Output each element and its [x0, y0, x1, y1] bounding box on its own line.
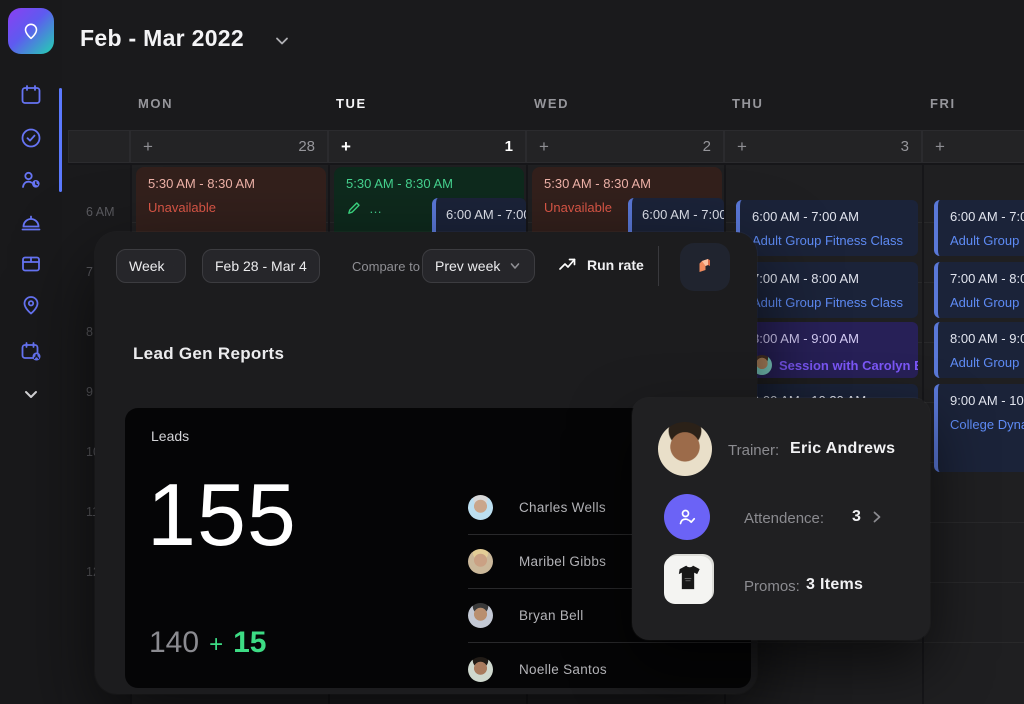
sidebar-item-products[interactable]: [19, 251, 43, 275]
day-header-tue: TUE: [336, 96, 367, 111]
event-fitness-class[interactable]: 8:00 AM - 9:00 AM Adult Group Fitness Cl…: [934, 322, 1024, 378]
chevron-down-icon: [19, 382, 43, 406]
avatar: [468, 603, 493, 628]
sidebar-item-bookings[interactable]: [19, 340, 43, 364]
avatar: [468, 549, 493, 574]
add-event-button[interactable]: +: [737, 137, 747, 157]
date-number: 1: [505, 138, 513, 155]
promos-label: Promos:: [744, 578, 800, 595]
chevron-right-icon[interactable]: [868, 508, 886, 531]
sidebar-item-services[interactable]: [19, 210, 43, 234]
plus-sign: +: [209, 631, 223, 659]
chevron-down-icon: [508, 259, 522, 273]
trend-up-icon: [558, 255, 577, 274]
attendence-label: Attendence:: [744, 510, 824, 527]
date-cell-tue[interactable]: + 1: [328, 130, 526, 163]
leads-value: 155: [147, 464, 297, 566]
divider: [658, 246, 659, 286]
trainer-label: Trainer:: [728, 442, 779, 459]
day-header-wed: WED: [534, 96, 569, 111]
sidebar-item-clients[interactable]: [19, 168, 43, 192]
compare-dropdown[interactable]: Prev week: [422, 249, 535, 283]
event-fitness-class[interactable]: 7:00 AM - 8:00 AM Adult Group Fitness Cl…: [736, 262, 918, 318]
add-event-button[interactable]: +: [341, 137, 351, 157]
day-header-mon: MON: [138, 96, 173, 111]
date-cell-mon[interactable]: + 28: [130, 130, 328, 163]
promos-value: 3 Items: [806, 576, 863, 594]
lead-item[interactable]: Noelle Santos: [468, 642, 751, 696]
day-header-fri: FRI: [930, 96, 956, 111]
calendar-icon: [19, 83, 43, 107]
time-label: 8: [86, 325, 93, 339]
attendence-icon-badge: [664, 494, 710, 540]
person-check-icon: [675, 505, 699, 529]
trainer-avatar: [658, 422, 712, 476]
package-icon: [19, 251, 43, 275]
leads-comparison: 140 + 15: [149, 626, 266, 660]
date-number: 28: [298, 138, 315, 155]
period-dropdown[interactable]: Week: [116, 249, 186, 283]
panel-title: Lead Gen Reports: [133, 344, 284, 364]
day-header-thu: THU: [732, 96, 764, 111]
add-event-button[interactable]: +: [143, 137, 153, 157]
chevron-down-icon[interactable]: [272, 31, 292, 56]
active-indicator: [59, 88, 62, 192]
app-logo[interactable]: [8, 8, 54, 54]
client-clock-icon: [19, 168, 43, 192]
sidebar-item-calendar[interactable]: [19, 83, 43, 107]
date-number: 3: [901, 138, 909, 155]
time-label: 6 AM: [86, 205, 115, 219]
calendar-person-icon: [19, 340, 43, 364]
gutter-cell: [68, 130, 130, 163]
time-label: 9: [86, 385, 93, 399]
service-bell-icon: [19, 210, 43, 234]
location-pin-icon: [20, 20, 42, 42]
sidebar-item-locations[interactable]: [19, 293, 43, 317]
trainer-name: Eric Andrews: [790, 440, 895, 458]
sidebar-item-tasks[interactable]: [19, 126, 43, 150]
integration-button[interactable]: [680, 243, 730, 291]
location-pin-icon: [19, 293, 43, 317]
add-event-button[interactable]: +: [935, 137, 945, 157]
avatar: [468, 657, 493, 682]
date-cell-fri[interactable]: +: [922, 130, 1024, 163]
leads-previous: 140: [149, 626, 199, 660]
date-range-picker[interactable]: Feb 28 - Mar 4: [202, 249, 320, 283]
tshirt-icon: [668, 560, 708, 600]
leads-label: Leads: [151, 428, 189, 444]
check-circle-icon: [19, 126, 43, 150]
block-3d-icon: [693, 255, 717, 279]
session-details-card: Trainer: Eric Andrews Attendence: 3 Prom…: [632, 398, 930, 640]
sidebar: [0, 0, 62, 704]
promo-thumbnail: [664, 556, 712, 604]
event-college-dynamics[interactable]: 9:00 AM - 10:30 AM College Dynamics: [934, 384, 1024, 472]
compare-to-label: Compare to: [352, 259, 420, 274]
event-fitness-class[interactable]: 6:00 AM - 7:00 AM Adult Group Fitness Cl…: [934, 200, 1024, 256]
avatar: [468, 495, 493, 520]
pencil-icon: [346, 200, 362, 216]
date-cell-thu[interactable]: + 3: [724, 130, 922, 163]
event-fitness-class[interactable]: 7:00 AM - 8:00 AM Adult Group Fitness Cl…: [934, 262, 1024, 318]
date-cell-wed[interactable]: + 2: [526, 130, 724, 163]
leads-delta: 15: [233, 626, 266, 660]
app-window: Feb - Mar 2022 MON TUE WED THU FRI + 28 …: [0, 0, 1024, 704]
grid-line: [68, 163, 1024, 165]
event-fitness-class[interactable]: 6:00 AM - 7:00 AM Adult Group Fitness Cl…: [736, 200, 918, 256]
add-event-button[interactable]: +: [539, 137, 549, 157]
run-rate-toggle[interactable]: Run rate: [558, 255, 644, 274]
page-title: Feb - Mar 2022: [80, 25, 244, 52]
attendence-value: 3: [852, 508, 861, 526]
event-session[interactable]: 8:00 AM - 9:00 AM Session with Carolyn B…: [736, 322, 918, 378]
time-label: 7: [86, 265, 93, 279]
date-number: 2: [703, 138, 711, 155]
sidebar-expand[interactable]: [19, 382, 43, 406]
